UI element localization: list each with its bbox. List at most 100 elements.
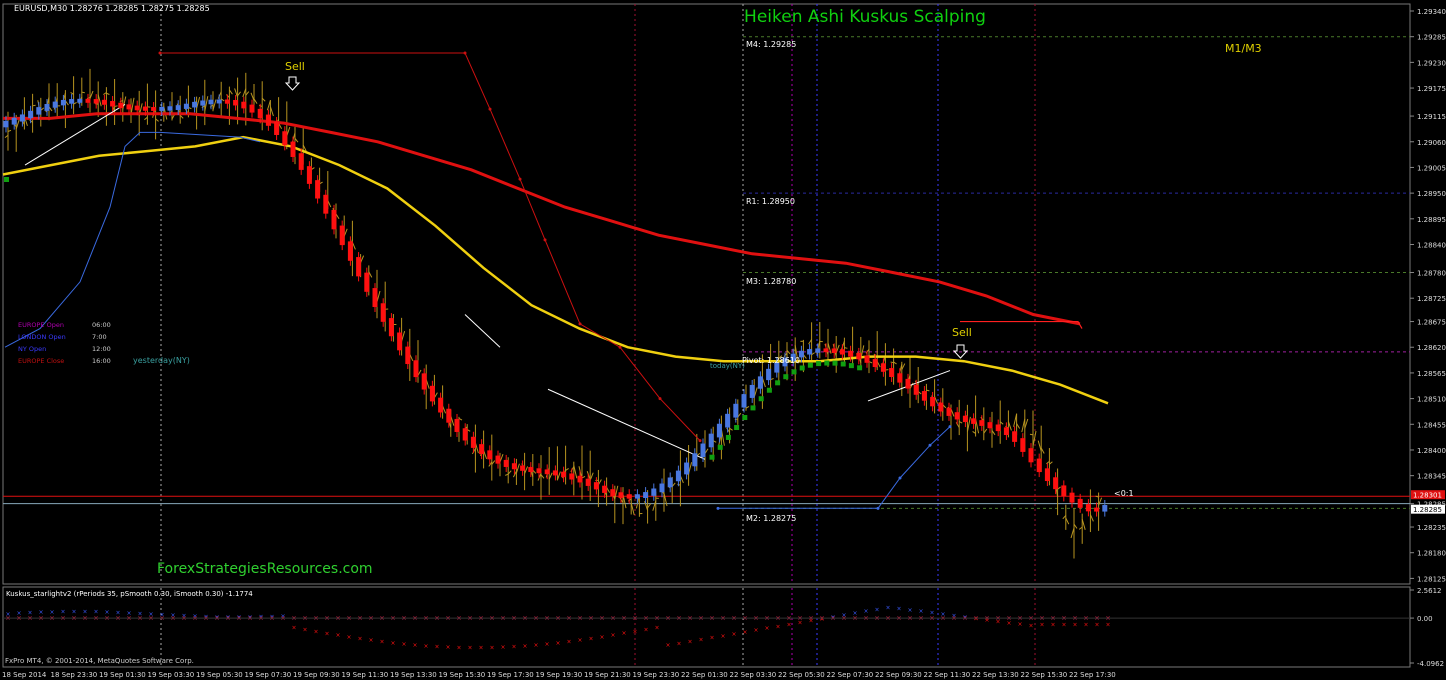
chart-title: Heiken Ashi Kuskus Scalping — [744, 7, 986, 27]
ha-candle-bear — [585, 478, 591, 486]
x-tick-label: 19 Sep 11:30 — [342, 671, 389, 679]
x-tick-label: 22 Sep 15:30 — [1021, 671, 1068, 679]
ha-candle-bear — [1077, 498, 1083, 508]
ha-candle-bull — [60, 99, 66, 106]
ha-candle-bear — [995, 424, 1001, 432]
ha-candle-bear — [224, 99, 230, 104]
ha-candle-bull — [77, 98, 83, 103]
trailing-stop-dot — [463, 51, 467, 55]
ha-candle-bear — [962, 415, 968, 423]
osc-marker: × — [357, 636, 362, 643]
y-tick-label: 1.28345 — [1417, 473, 1446, 481]
price-chart[interactable]: × × × × × × × × × × × × × × × × × × × × × × × × × × × × × × × × × × × × × × × ×… — [0, 0, 1446, 680]
trend-dot — [840, 361, 846, 367]
ohlc-close — [844, 347, 848, 349]
session-time: 12:00 — [92, 345, 111, 353]
y-tick-label: 1.29285 — [1417, 34, 1446, 42]
ha-candle-bear — [274, 122, 280, 135]
ha-candle-bear — [938, 402, 944, 412]
osc-marker: × — [1050, 622, 1055, 629]
ha-candle-bull — [692, 453, 698, 467]
ha-candle-bear — [503, 459, 509, 467]
trend-dot — [848, 363, 854, 369]
ha-candle-bear — [306, 166, 312, 184]
ha-candle-bear — [987, 422, 993, 429]
osc-marker: × — [588, 635, 593, 642]
ha-candle-bear — [249, 104, 255, 113]
osc-marker: × — [687, 638, 692, 645]
osc-marker: × — [456, 644, 461, 651]
ha-candle-bull — [708, 433, 714, 448]
y-tick-label: 1.28780 — [1417, 270, 1446, 278]
trailing-stop-dot — [898, 476, 902, 480]
trend-dot — [734, 425, 740, 431]
ha-candle-bear — [142, 106, 148, 111]
ha-candle-bear — [1044, 468, 1050, 482]
osc-marker: × — [1094, 622, 1099, 629]
ha-candle-bear — [872, 359, 878, 368]
ha-candle-bear — [864, 355, 870, 363]
indicator-label: Kuskus_starlightv2 (rPeriods 35, pSmooth… — [6, 590, 253, 598]
y-tick-label: 1.28235 — [1417, 524, 1446, 532]
ohlc-open — [1029, 433, 1034, 436]
y-tick-label: 1.29005 — [1417, 164, 1446, 172]
trend-dot — [758, 396, 764, 402]
osc-marker: × — [665, 642, 670, 649]
sell-label-1: Sell — [285, 60, 305, 73]
osc-marker: × — [1083, 622, 1088, 629]
session-name: EUROPE Close — [18, 357, 64, 365]
ha-candle-bear — [602, 485, 608, 493]
osc-marker: × — [555, 640, 560, 647]
ha-candle-bull — [634, 494, 640, 499]
ha-candle-bull — [69, 99, 75, 104]
ha-candle-bear — [1012, 431, 1018, 442]
osc-marker: × — [1039, 622, 1044, 629]
osc-marker: × — [874, 606, 879, 613]
ha-candle-bear — [946, 407, 952, 416]
x-tick-label: 19 Sep 21:30 — [584, 671, 631, 679]
ha-candle-bull — [684, 462, 690, 475]
osc-marker: × — [346, 634, 351, 641]
ha-candle-bear — [889, 368, 895, 377]
ha-candle-bull — [815, 348, 821, 353]
yesterday-label: yesterday(NY) — [133, 356, 190, 365]
y-tick-label: 1.28950 — [1417, 190, 1446, 198]
ha-candle-bear — [241, 101, 247, 109]
price-label: 1.28301 — [1413, 492, 1442, 500]
osc-marker: × — [786, 621, 791, 628]
trend-dot — [857, 365, 863, 371]
ha-candle-bear — [954, 412, 960, 420]
trailing-stop-dot — [578, 322, 582, 326]
trailing-stop-dot — [543, 238, 547, 242]
osc-marker: × — [698, 637, 703, 644]
ha-candle-bear — [315, 180, 321, 199]
x-tick-label: 22 Sep 11:30 — [924, 671, 971, 679]
x-tick-label: 19 Sep 09:30 — [293, 671, 340, 679]
ha-candle-bear — [1085, 504, 1091, 512]
ha-candle-bull — [733, 403, 739, 418]
ha-candle-bear — [839, 349, 845, 355]
today-label: today(NY) — [710, 362, 745, 370]
ha-candle-bear — [511, 463, 517, 470]
watermark: ForexStrategiesResources.com — [157, 561, 373, 577]
ha-candle-bear — [339, 225, 345, 246]
session-name: NY Open — [18, 345, 46, 353]
osc-tick-label: 0.00 — [1417, 615, 1433, 623]
ha-candle-bear — [520, 465, 526, 471]
ha-candle-bear — [528, 467, 534, 473]
ohlc-close — [926, 389, 930, 392]
ha-candle-bear — [101, 99, 107, 105]
ha-candle-bull — [192, 101, 198, 108]
ha-candle-bear — [905, 378, 911, 389]
ha-candle-bear — [1028, 448, 1034, 463]
y-tick-label: 1.28725 — [1417, 295, 1446, 303]
pivot-label-pivot: Pivot: 1.28610 — [742, 356, 800, 365]
osc-marker: × — [709, 635, 714, 642]
osc-marker: × — [467, 645, 472, 652]
ha-candle-bear — [438, 397, 444, 413]
ha-candle-bear — [462, 428, 468, 441]
ha-candle-bear — [388, 318, 394, 337]
osc-marker: × — [720, 633, 725, 640]
osc-marker: × — [676, 640, 681, 647]
x-tick-label: 22 Sep 05:30 — [778, 671, 825, 679]
